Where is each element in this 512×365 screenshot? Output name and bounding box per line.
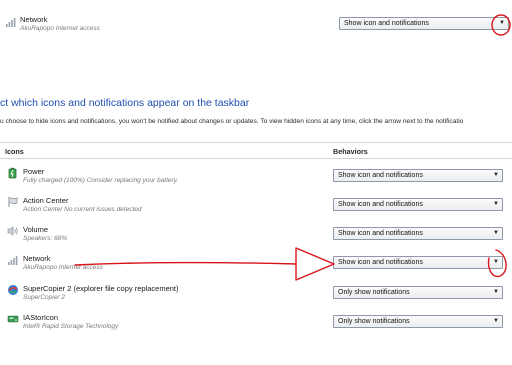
red-annotation-overlay (74, 14, 511, 281)
network-dropdown-circle-annotation (487, 249, 507, 278)
annotation-arrowhead (295, 247, 335, 281)
top-dropdown-circle-annotation (491, 14, 511, 36)
annotation-line (74, 261, 297, 266)
